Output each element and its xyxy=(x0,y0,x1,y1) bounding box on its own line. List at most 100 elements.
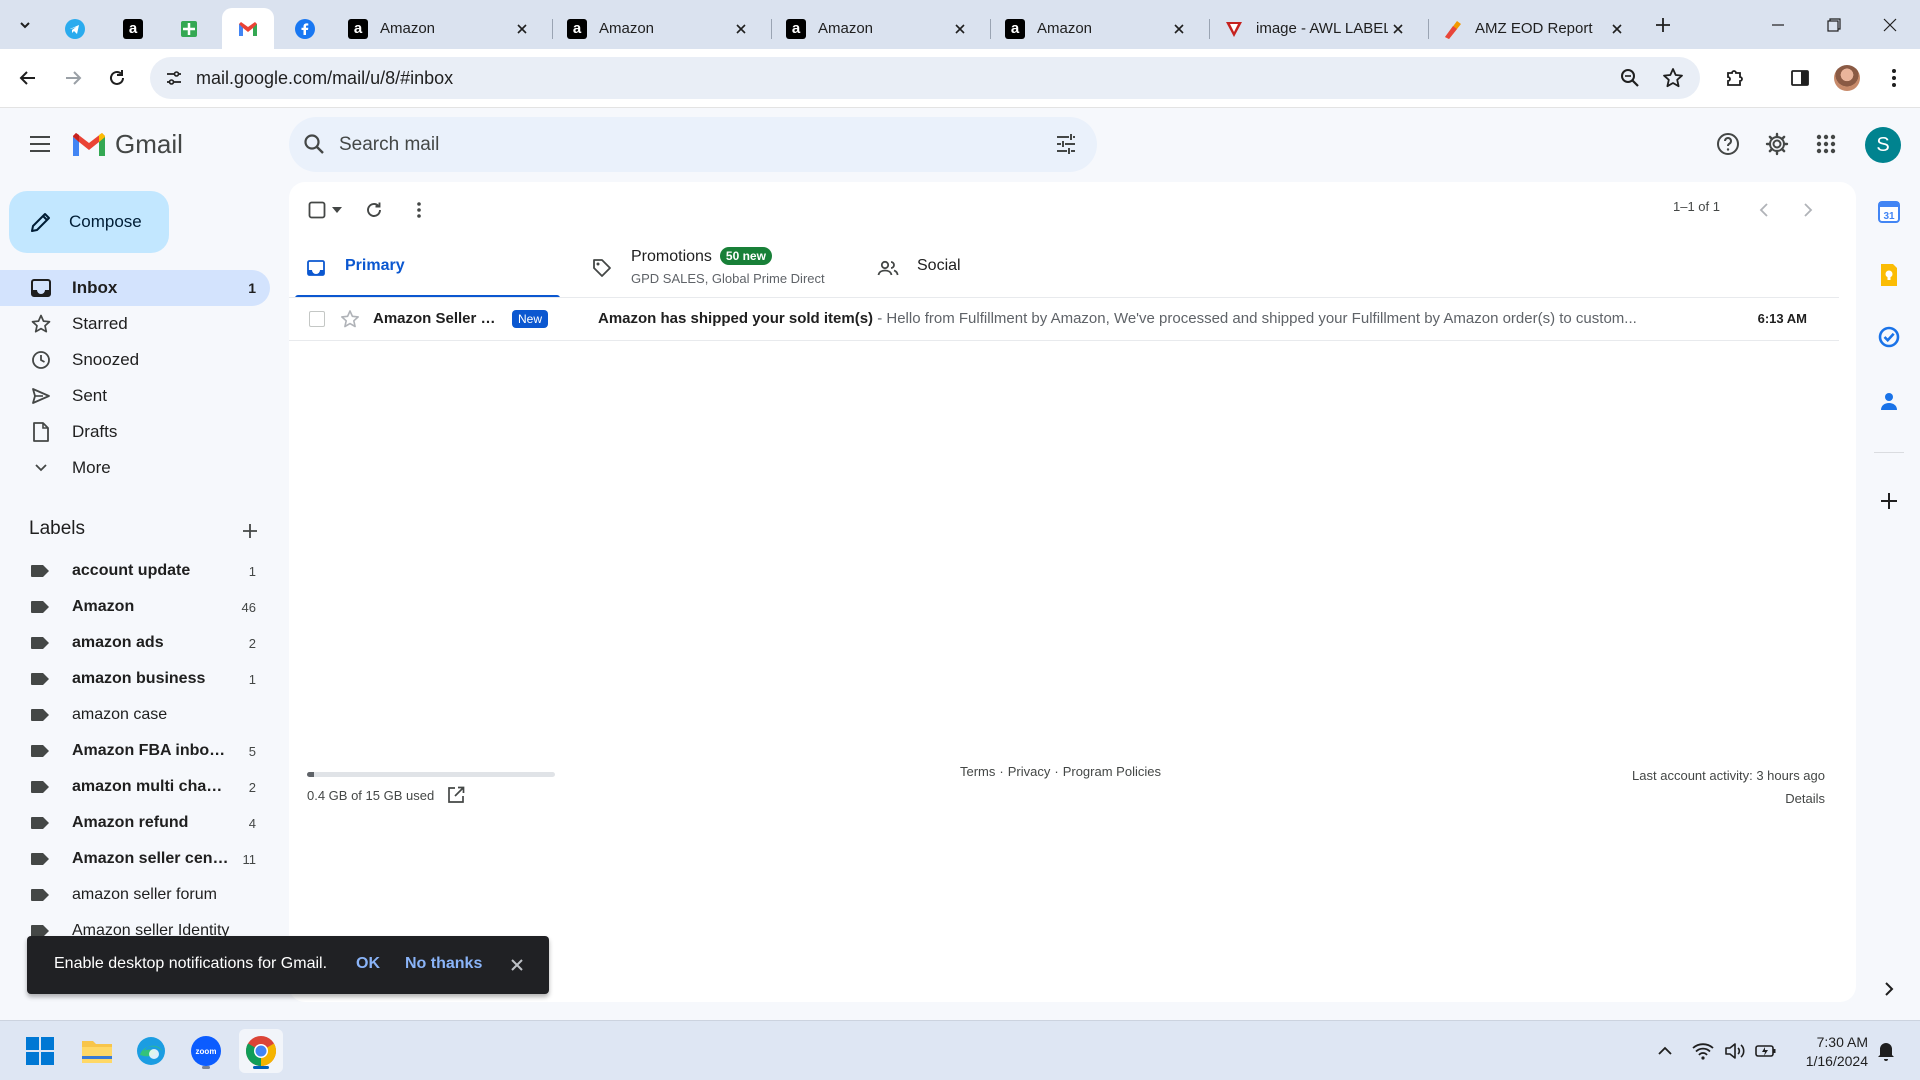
sidebar-item-sent[interactable]: Sent xyxy=(0,378,270,414)
label-icon xyxy=(31,817,49,829)
tab-amazon-1[interactable]: a Amazon xyxy=(336,8,544,49)
edge-button[interactable] xyxy=(129,1029,173,1073)
browser-menu-button[interactable] xyxy=(1877,61,1911,95)
close-icon[interactable] xyxy=(507,955,527,975)
details-link[interactable]: Details xyxy=(1632,787,1825,810)
tab-gmail[interactable] xyxy=(222,8,274,49)
calendar-app-button[interactable]: 31 xyxy=(1874,197,1904,227)
sidebar-item-more[interactable]: More xyxy=(0,450,270,486)
battery-status[interactable] xyxy=(1746,1029,1786,1073)
close-window-button[interactable] xyxy=(1862,0,1918,49)
notifications-button[interactable] xyxy=(1864,1029,1908,1073)
system-clock[interactable]: 7:30 AM 1/16/2024 xyxy=(1790,1033,1868,1071)
tab-search-button[interactable] xyxy=(12,12,38,38)
close-icon[interactable] xyxy=(1388,19,1408,39)
email-row[interactable]: Amazon Seller Central New Amazon has shi… xyxy=(289,298,1839,341)
older-button[interactable] xyxy=(1793,195,1823,225)
label-item[interactable]: amazon multi channel 2 xyxy=(0,769,270,805)
row-checkbox[interactable] xyxy=(309,311,325,327)
tab-awl-label[interactable]: image - AWL LABEL xyxy=(1212,8,1420,49)
keep-app-button[interactable] xyxy=(1874,260,1904,290)
tab-promotions[interactable]: Promotions 50 new GPD SALES, Global Prime… xyxy=(575,237,847,297)
label-item[interactable]: amazon business 1 xyxy=(0,661,270,697)
close-icon[interactable] xyxy=(950,19,970,39)
forward-button[interactable] xyxy=(56,61,90,95)
label-item[interactable]: amazon ads 2 xyxy=(0,625,270,661)
privacy-link[interactable]: Privacy xyxy=(1008,764,1051,779)
label-item[interactable]: amazon case xyxy=(0,697,270,733)
compose-button[interactable]: Compose xyxy=(9,191,169,253)
restore-button[interactable] xyxy=(1806,0,1862,49)
sidebar-item-starred[interactable]: Starred xyxy=(0,306,270,342)
new-tab-button[interactable] xyxy=(1650,12,1676,38)
create-label-button[interactable] xyxy=(236,517,264,545)
zoom-app-button[interactable]: zoom xyxy=(184,1029,228,1073)
back-button[interactable] xyxy=(11,61,45,95)
extensions-button[interactable] xyxy=(1718,61,1752,95)
label-item[interactable]: Amazon 46 xyxy=(0,589,270,625)
star-icon[interactable] xyxy=(340,309,360,329)
zoom-icon[interactable] xyxy=(1620,68,1640,88)
search-bar[interactable] xyxy=(289,117,1097,172)
show-hidden-icons-button[interactable] xyxy=(1643,1029,1687,1073)
sidebar-item-inbox[interactable]: Inbox 1 xyxy=(0,270,270,306)
newer-button[interactable] xyxy=(1749,195,1779,225)
chrome-button[interactable] xyxy=(239,1029,283,1073)
more-actions-button[interactable] xyxy=(404,195,434,225)
tab-amazon-4[interactable]: a Amazon xyxy=(993,8,1201,49)
site-info-icon[interactable] xyxy=(164,68,184,88)
tab-facebook[interactable] xyxy=(282,8,328,49)
close-icon[interactable] xyxy=(1607,19,1627,39)
profile-button[interactable] xyxy=(1830,61,1864,95)
search-icon[interactable] xyxy=(303,133,325,155)
label-count: 1 xyxy=(248,671,256,687)
tab-primary[interactable]: Primary xyxy=(289,237,561,298)
side-panel-button[interactable] xyxy=(1783,61,1817,95)
search-options-icon[interactable] xyxy=(1055,133,1077,155)
url-text[interactable]: mail.google.com/mail/u/8/#inbox xyxy=(196,68,453,89)
tab-amazon-pinned[interactable]: a xyxy=(110,8,156,49)
refresh-button[interactable] xyxy=(359,195,389,225)
label-item[interactable]: Amazon seller central 11 xyxy=(0,841,270,877)
google-apps-button[interactable] xyxy=(1808,126,1844,162)
start-button[interactable] xyxy=(18,1029,62,1073)
label-item[interactable]: account update 1 xyxy=(0,553,270,589)
tab-amz-eod-report[interactable]: AMZ EOD Report xyxy=(1431,8,1639,49)
close-icon[interactable] xyxy=(512,19,532,39)
close-icon[interactable] xyxy=(1169,19,1189,39)
search-input[interactable] xyxy=(337,117,1017,172)
account-avatar[interactable]: S xyxy=(1865,127,1901,163)
address-bar[interactable]: mail.google.com/mail/u/8/#inbox xyxy=(150,57,1700,99)
terms-link[interactable]: Terms xyxy=(960,764,995,779)
minimize-button[interactable] xyxy=(1750,0,1806,49)
open-in-new-icon[interactable] xyxy=(447,786,465,804)
label-item[interactable]: Amazon FBA inbound 5 xyxy=(0,733,270,769)
bookmark-star-icon[interactable] xyxy=(1662,67,1684,89)
get-addons-button[interactable] xyxy=(1874,486,1904,516)
select-all-checkbox[interactable] xyxy=(303,195,347,225)
file-explorer-button[interactable] xyxy=(75,1029,119,1073)
label-icon xyxy=(31,601,49,613)
toast-ok-button[interactable]: OK xyxy=(356,955,380,973)
tab-telegram[interactable] xyxy=(52,8,98,49)
label-icon xyxy=(31,853,49,865)
tab-social[interactable]: Social xyxy=(861,237,1133,297)
label-item[interactable]: amazon seller forum xyxy=(0,877,270,913)
toast-no-thanks-button[interactable]: No thanks xyxy=(405,955,482,973)
contacts-app-button[interactable] xyxy=(1874,386,1904,416)
gmail-logo[interactable]: Gmail xyxy=(71,129,183,160)
program-policies-link[interactable]: Program Policies xyxy=(1063,764,1161,779)
tasks-app-button[interactable] xyxy=(1874,322,1904,352)
sidebar-item-drafts[interactable]: Drafts xyxy=(0,414,270,450)
hide-side-panel-button[interactable] xyxy=(1874,974,1904,1004)
reload-button[interactable] xyxy=(100,61,134,95)
close-icon[interactable] xyxy=(731,19,751,39)
support-button[interactable] xyxy=(1710,126,1746,162)
label-item[interactable]: Amazon refund 4 xyxy=(0,805,270,841)
sidebar-item-snoozed[interactable]: Snoozed xyxy=(0,342,270,378)
tab-amazon-3[interactable]: a Amazon xyxy=(774,8,982,49)
main-menu-button[interactable] xyxy=(22,126,58,162)
tab-amazon-2[interactable]: a Amazon xyxy=(555,8,763,49)
settings-button[interactable] xyxy=(1759,126,1795,162)
tab-sheets[interactable] xyxy=(166,8,212,49)
